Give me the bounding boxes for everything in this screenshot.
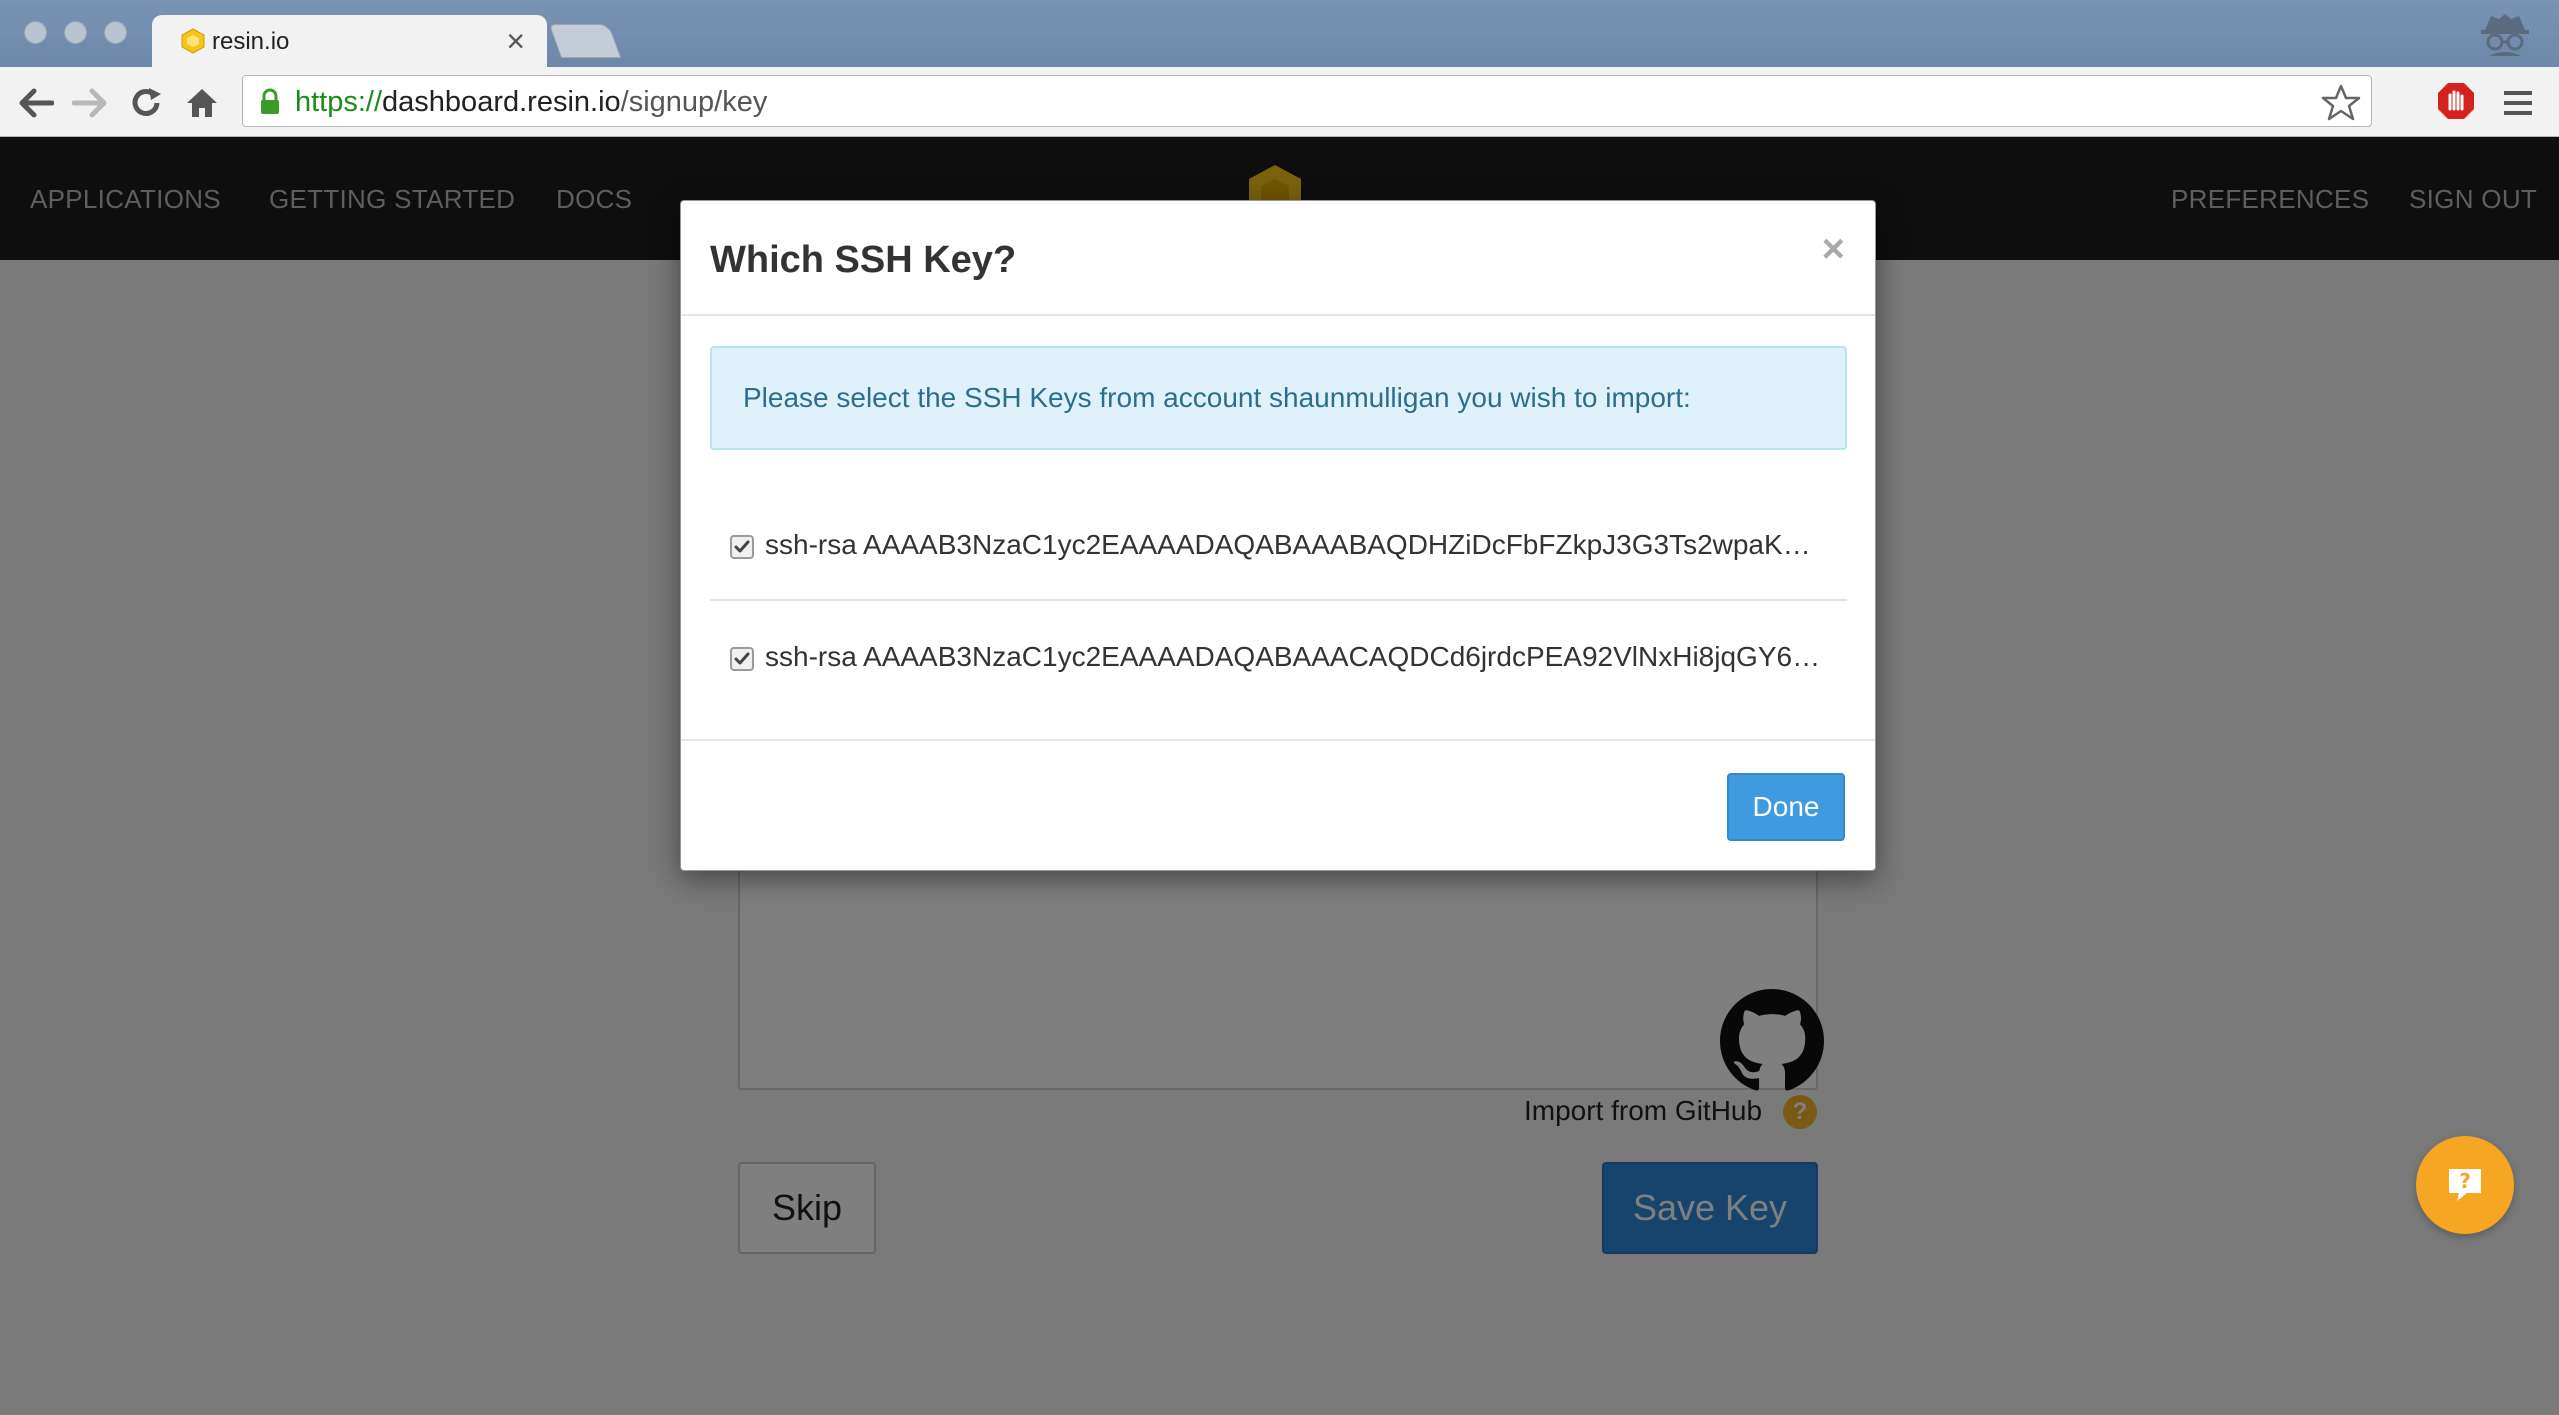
- window-minimize-button[interactable]: [64, 21, 87, 44]
- alert-text: Please select the SSH Keys from account …: [743, 382, 1691, 413]
- url-text: https://dashboard.resin.io/signup/key: [295, 86, 767, 119]
- url-host: dashboard.resin.io: [382, 86, 621, 118]
- window-zoom-button[interactable]: [104, 21, 127, 44]
- home-button[interactable]: [180, 81, 224, 125]
- resin-favicon-icon: [181, 28, 205, 54]
- ssh-key-option[interactable]: ssh-rsa AAAAB3NzaC1yc2EAAAADAQABAAACAQDC…: [710, 603, 1847, 713]
- ssh-key-modal: Which SSH Key? × Please select the SSH K…: [680, 200, 1876, 871]
- svg-text:?: ?: [2459, 1169, 2471, 1193]
- window-close-button[interactable]: [24, 21, 47, 44]
- chat-icon: ?: [2449, 1169, 2481, 1201]
- tab-title: resin.io: [212, 28, 290, 55]
- browser-tab[interactable]: resin.io ×: [152, 15, 547, 67]
- menu-icon[interactable]: [2500, 85, 2536, 121]
- stop-extension-icon[interactable]: [2436, 81, 2476, 121]
- reload-icon: [132, 88, 161, 116]
- forward-icon: [72, 88, 107, 118]
- checkmark-icon: [734, 540, 750, 553]
- new-tab-button[interactable]: [548, 24, 622, 58]
- key-checkbox[interactable]: [730, 535, 754, 559]
- modal-header: Which SSH Key? ×: [681, 201, 1875, 316]
- ssh-key-text: ssh-rsa AAAAB3NzaC1yc2EAAAADAQABAAACAQDC…: [765, 641, 1825, 672]
- tab-close-icon[interactable]: ×: [506, 23, 525, 60]
- ssh-key-option[interactable]: ssh-rsa AAAAB3NzaC1yc2EAAAADAQABAAABAQDH…: [710, 491, 1847, 601]
- chat-button[interactable]: ?: [2416, 1136, 2514, 1234]
- ssh-key-text: ssh-rsa AAAAB3NzaC1yc2EAAAADAQABAAABAQDH…: [765, 529, 1825, 560]
- url-path: /signup/key: [620, 86, 768, 118]
- address-bar[interactable]: https://dashboard.resin.io/signup/key: [242, 75, 2372, 127]
- back-icon: [19, 88, 54, 118]
- browser-titlebar: resin.io ×: [0, 0, 2559, 67]
- bookmark-star-icon[interactable]: [2321, 83, 2361, 123]
- done-button[interactable]: Done: [1727, 773, 1845, 841]
- checkmark-icon: [734, 652, 750, 665]
- modal-close-icon[interactable]: ×: [1822, 227, 1845, 272]
- reload-button[interactable]: [124, 81, 168, 125]
- info-alert: Please select the SSH Keys from account …: [710, 346, 1847, 450]
- back-button[interactable]: [14, 81, 58, 125]
- incognito-icon: [2481, 14, 2529, 56]
- modal-footer: Done: [681, 739, 1875, 872]
- forward-button[interactable]: [68, 81, 112, 125]
- key-checkbox[interactable]: [730, 647, 754, 671]
- home-icon: [187, 89, 217, 117]
- url-scheme: https://: [295, 86, 383, 118]
- browser-toolbar: https://dashboard.resin.io/signup/key: [0, 67, 2559, 137]
- modal-title: Which SSH Key?: [710, 239, 1017, 281]
- lock-icon: [261, 88, 279, 114]
